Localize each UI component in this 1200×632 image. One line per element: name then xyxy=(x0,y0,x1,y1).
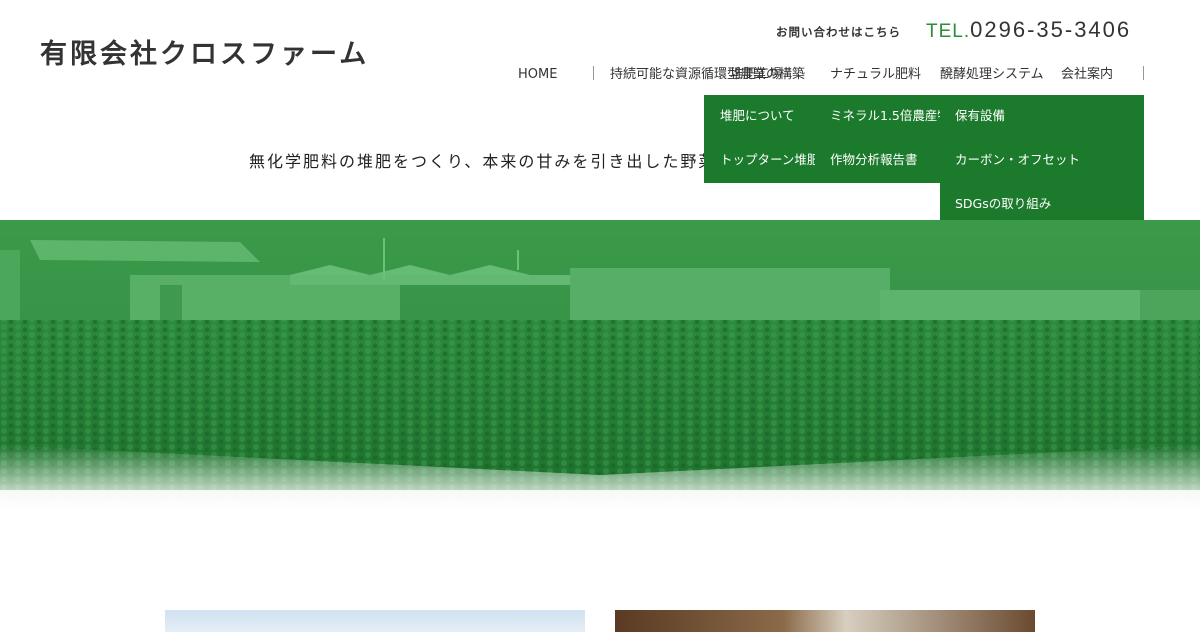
dropdown-item-equipment[interactable]: 保有設備 xyxy=(955,105,1007,127)
nav-item-home[interactable]: HOME xyxy=(518,64,557,86)
dropdown-item-mineral-produce[interactable]: ミネラル1.5倍農産物 xyxy=(830,105,940,127)
dropdown-item-crop-analysis[interactable]: 作物分析報告書 xyxy=(830,149,920,171)
contact-label: お問い合わせはこちら xyxy=(776,25,901,39)
dropdown-item-carbon-offset[interactable]: カーボン・オフセット xyxy=(955,149,1085,171)
nav-divider xyxy=(1143,66,1144,80)
dropdown-compost-factory: 保有設備 カーボン・オフセット SDGsの取り組み xyxy=(940,95,1144,227)
dropdown-sustainable: 堆肥について トップターン堆肥 ミネラル1.5倍農産物 作物分析報告書 xyxy=(704,95,940,183)
nav-item-compost-factory[interactable]: 堆肥工場 xyxy=(730,64,782,86)
dropdown-item-topturn-compost[interactable]: トップターン堆肥 xyxy=(720,149,815,171)
dropdown-item-sdgs[interactable]: SDGsの取り組み xyxy=(955,193,1055,215)
tel-number: 0296-35-3406 xyxy=(970,17,1132,42)
nav-divider xyxy=(593,66,594,80)
hero-image xyxy=(0,220,1200,510)
main-nav: HOME 持続可能な資源循環型農業の構築 堆肥工場 ナチュラル肥料 醗酵処理シス… xyxy=(0,64,1200,86)
phone-number[interactable]: TEL.0296-35-3406 xyxy=(926,17,1131,43)
content-thumbnail-compost xyxy=(615,610,1035,632)
nav-item-fermentation-system[interactable]: 醗酵処理システム xyxy=(940,64,1044,86)
nav-item-company-info[interactable]: 会社案内 xyxy=(1061,64,1113,86)
hero-field-illustration xyxy=(0,220,1200,510)
content-thumbnail-sky xyxy=(165,610,585,632)
tel-prefix: TEL. xyxy=(926,21,971,42)
nav-item-natural-fertilizer[interactable]: ナチュラル肥料 xyxy=(830,64,921,86)
dropdown-item-about-compost[interactable]: 堆肥について xyxy=(720,105,815,127)
tagline: 無化学肥料の堆肥をつくり、本来の甘みを引き出した野菜 xyxy=(249,152,717,171)
